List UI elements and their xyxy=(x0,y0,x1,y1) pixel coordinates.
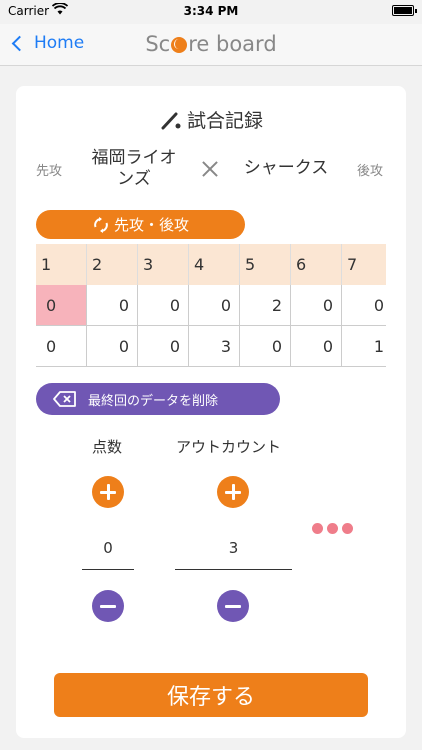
page-title: Sc re board xyxy=(0,32,422,56)
title-prefix: Sc xyxy=(145,32,171,56)
inning-header: 7 xyxy=(342,244,386,285)
second-team-score-row: 0 0 0 3 0 0 1 xyxy=(36,326,386,367)
score-cell[interactable]: 1 xyxy=(342,326,386,367)
delete-last-inning-button[interactable]: 最終回のデータを削除 xyxy=(36,383,280,415)
bat-icon xyxy=(161,112,181,129)
score-cell[interactable]: 0 xyxy=(87,285,138,326)
innings-header-row: 1 2 3 4 5 6 7 xyxy=(36,244,386,285)
score-decrement-button[interactable] xyxy=(92,590,124,622)
score-cell[interactable]: 0 xyxy=(138,285,189,326)
versus-icon xyxy=(200,159,220,179)
first-team-score-row: 0 0 0 0 2 0 0 xyxy=(36,285,386,326)
inning-header: 1 xyxy=(36,244,87,285)
score-cell[interactable]: 2 xyxy=(240,285,291,326)
out-count-value-field[interactable]: 3 xyxy=(175,534,292,570)
baseball-icon xyxy=(171,37,188,53)
out-count-label: アウトカウント xyxy=(176,438,282,456)
score-cell[interactable]: 0 xyxy=(138,326,189,367)
second-batting-label: 後攻 xyxy=(357,164,384,179)
scoreboard-table: 1 2 3 4 5 6 7 0 0 0 0 2 0 0 0 0 0 3 0 0 … xyxy=(36,244,386,367)
score-cell[interactable]: 0 xyxy=(189,285,240,326)
inning-header: 3 xyxy=(138,244,189,285)
inning-header: 4 xyxy=(189,244,240,285)
backspace-icon xyxy=(53,391,76,407)
inning-header: 2 xyxy=(87,244,138,285)
score-cell[interactable]: 0 xyxy=(240,326,291,367)
out-increment-button[interactable] xyxy=(217,476,249,508)
record-title-text: 試合記録 xyxy=(186,110,263,132)
score-cell[interactable]: 0 xyxy=(36,326,87,367)
delete-last-inning-label: 最終回のデータを削除 xyxy=(88,393,219,409)
clock: 3:34 PM xyxy=(183,4,239,18)
inning-header: 6 xyxy=(291,244,342,285)
navigation-bar: Home Sc re board xyxy=(0,24,422,66)
score-cell[interactable]: 0 xyxy=(342,285,386,326)
score-cell-selected[interactable]: 0 xyxy=(36,285,87,326)
more-options-icon[interactable] xyxy=(312,523,357,534)
inning-header: 5 xyxy=(240,244,291,285)
teams-row: 先攻 福岡ライオンズ シャークス 後攻 xyxy=(16,146,406,192)
swap-order-label: 先攻・後攻 xyxy=(113,216,189,234)
record-title: 試合記録 xyxy=(16,106,406,133)
save-button[interactable]: 保存する xyxy=(54,673,368,717)
score-cell[interactable]: 0 xyxy=(291,326,342,367)
out-decrement-button[interactable] xyxy=(217,590,249,622)
first-batting-label: 先攻 xyxy=(36,164,63,179)
score-cell[interactable]: 0 xyxy=(291,285,342,326)
swap-icon xyxy=(94,216,108,233)
swap-order-button[interactable]: 先攻・後攻 xyxy=(36,210,245,239)
minus-icon xyxy=(225,604,241,608)
team-second-name[interactable]: シャークス xyxy=(234,158,338,179)
battery-icon xyxy=(392,5,417,16)
score-value-field[interactable]: 0 xyxy=(82,534,134,570)
score-card: 試合記録 先攻 福岡ライオンズ シャークス 後攻 先攻・後攻 1 2 3 4 5… xyxy=(16,86,406,738)
score-label: 点数 xyxy=(92,438,123,456)
minus-icon xyxy=(100,604,116,608)
score-increment-button[interactable] xyxy=(92,476,124,508)
score-cell[interactable]: 3 xyxy=(189,326,240,367)
team-first-name[interactable]: 福岡ライオンズ xyxy=(86,148,182,190)
title-suffix: re board xyxy=(188,32,277,56)
score-cell[interactable]: 0 xyxy=(87,326,138,367)
status-bar: Carrier 3:34 PM xyxy=(0,0,422,24)
